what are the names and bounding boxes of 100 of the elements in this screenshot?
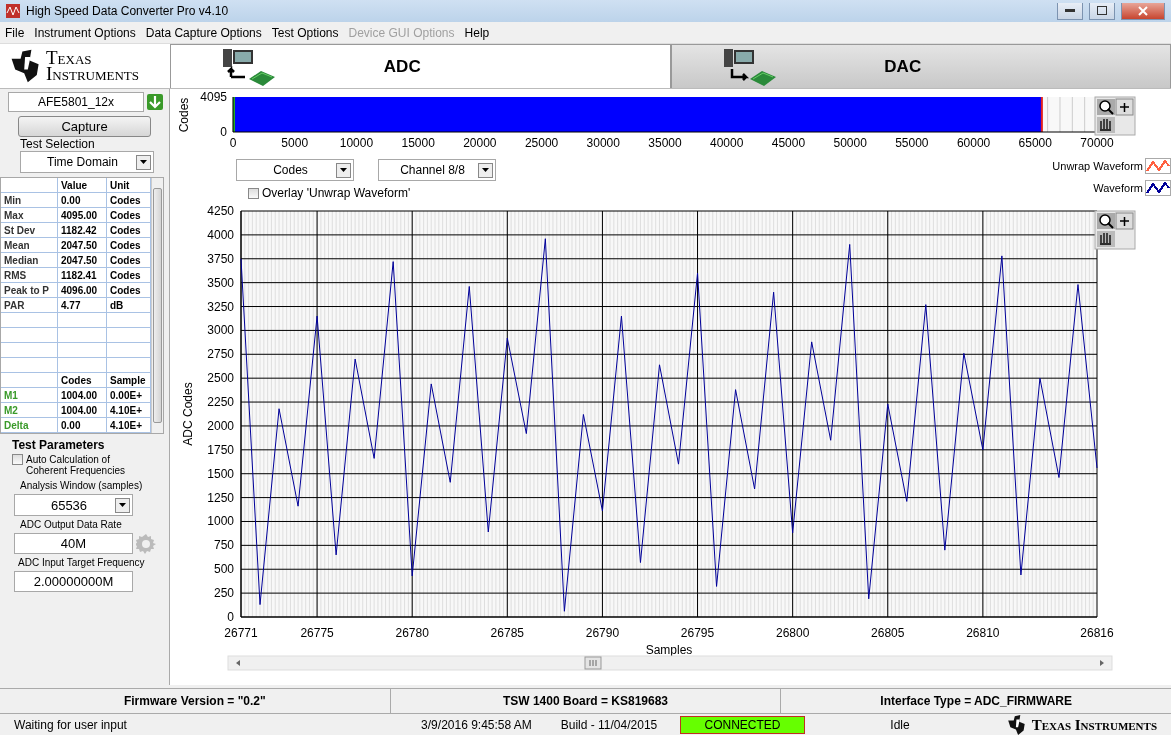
row-label: Peak to P xyxy=(1,283,58,298)
table-cell xyxy=(107,313,151,328)
table-cell: 2047.50 xyxy=(58,253,107,268)
tick-label: 35000 xyxy=(648,136,682,150)
field-label: ADC Input Target Frequency xyxy=(18,557,146,568)
logo-text: Texas Instruments xyxy=(1031,716,1157,734)
menu-item[interactable]: Help xyxy=(459,25,495,40)
tick-label: 2000 xyxy=(207,418,234,433)
table-cell xyxy=(107,343,151,358)
table-cell: 0.00E+ xyxy=(107,388,151,403)
checkbox[interactable] xyxy=(248,187,259,199)
ti-state-logo-icon xyxy=(1005,714,1028,735)
unit-dropdown[interactable]: Codes xyxy=(236,159,354,181)
menu-item[interactable]: Instrument Options xyxy=(29,25,141,40)
tick-label: 26800 xyxy=(775,626,810,640)
row-label: Delta xyxy=(1,418,58,433)
tick-label: 2500 xyxy=(207,371,234,386)
download-arrow-icon[interactable] xyxy=(147,94,163,110)
table-cell: Codes xyxy=(107,268,151,283)
tick-label: 2250 xyxy=(207,395,234,410)
table-cell: 1182.42 xyxy=(58,223,107,238)
tick-label: 3250 xyxy=(207,299,234,314)
table-cell xyxy=(107,328,151,343)
row-label: St Dev xyxy=(1,223,58,238)
table-cell xyxy=(1,343,58,358)
device-field[interactable]: AFE5801_12x xyxy=(8,92,144,112)
table-cell xyxy=(1,328,58,343)
close-button[interactable] xyxy=(1121,2,1165,20)
axis-label: Codes xyxy=(177,97,191,133)
column-header: Unit xyxy=(107,178,151,193)
table-cell: 0.00 xyxy=(58,193,107,208)
tick-label: 3750 xyxy=(207,251,234,266)
tick-label: 4095 xyxy=(200,90,227,104)
menu-item[interactable]: File xyxy=(0,25,30,40)
connection-status: CONNECTED xyxy=(680,716,805,734)
checkbox-label: Overlay 'Unwrap Waveform' xyxy=(262,186,411,200)
tick-label: 1500 xyxy=(207,466,234,481)
vertical-scrollbar[interactable] xyxy=(151,178,163,433)
table-cell: Codes xyxy=(107,223,151,238)
channel-dropdown[interactable]: Channel 8/8 xyxy=(378,159,496,181)
test-selection-dropdown[interactable]: Time Domain xyxy=(20,151,154,173)
row-label: PAR xyxy=(1,298,58,313)
tick-label: 25000 xyxy=(524,136,559,150)
tick-label: 26780 xyxy=(395,626,429,640)
tick-label: 26805 xyxy=(871,626,905,640)
input-frequency-field[interactable]: 2.00000000M xyxy=(14,571,133,592)
tick-label: 26810 xyxy=(966,626,1000,640)
axis-label: Samples xyxy=(645,643,693,657)
capture-button[interactable]: Capture xyxy=(18,116,151,137)
tick-label: 26775 xyxy=(300,626,334,640)
row-label: Max xyxy=(1,208,58,223)
zoom-tools-icon[interactable] xyxy=(1094,210,1136,250)
table-cell: 2047.50 xyxy=(58,238,107,253)
row-label: Min xyxy=(1,193,58,208)
tick-label: 250 xyxy=(213,586,234,601)
tick-label: 26790 xyxy=(585,626,620,640)
status-text: Firmware Version = "0.2" xyxy=(0,689,391,713)
field-label: Analysis Window (samples) xyxy=(20,480,144,491)
tick-label: 750 xyxy=(213,538,234,553)
horizontal-scrollbar[interactable] xyxy=(227,655,1113,671)
table-cell: 1182.41 xyxy=(58,268,107,283)
table-cell: Codes xyxy=(107,238,151,253)
table-cell: 1004.00 xyxy=(58,403,107,418)
checkbox[interactable] xyxy=(12,454,23,465)
tick-label: 3500 xyxy=(207,275,234,290)
minimize-button[interactable] xyxy=(1057,2,1083,20)
tick-label: 65000 xyxy=(1018,136,1052,150)
minimize-icon[interactable] xyxy=(1065,8,1075,13)
maximize-button[interactable] xyxy=(1089,2,1115,20)
status-datetime: 3/9/2016 9:45:58 AM xyxy=(420,718,533,732)
menu-item[interactable]: Test Options xyxy=(266,25,344,40)
table-cell: 4.77 xyxy=(58,298,107,313)
table-cell: 4096.00 xyxy=(58,283,107,298)
table-cell: Codes xyxy=(107,253,151,268)
zoom-tools-icon[interactable] xyxy=(1094,96,1136,136)
status-build: Build - 11/04/2015 xyxy=(559,718,659,732)
tab[interactable]: DAC xyxy=(670,44,1171,88)
axis-label: ADC Codes xyxy=(181,382,195,446)
tick-label: 70000 xyxy=(1080,136,1114,150)
tick-label: 55000 xyxy=(895,136,929,150)
row-label: M2 xyxy=(1,403,58,418)
window-title: High Speed Data Converter Pro v4.10 xyxy=(26,4,229,18)
tick-label: 50000 xyxy=(833,136,867,150)
tab[interactable]: ADC xyxy=(170,44,671,88)
logo-text: Texas Instruments xyxy=(46,50,140,82)
status-message: Waiting for user input xyxy=(13,718,128,732)
row-label: Median xyxy=(1,253,58,268)
output-rate-field[interactable]: 40M xyxy=(14,533,133,554)
analysis-window-dropdown[interactable]: 65536 xyxy=(14,494,133,516)
table-cell xyxy=(58,328,107,343)
tick-label: 26785 xyxy=(490,626,524,640)
menu-item[interactable]: Data Capture Options xyxy=(140,25,267,40)
field-label: ADC Output Data Rate xyxy=(20,519,123,530)
close-icon[interactable] xyxy=(1138,5,1148,16)
tick-label: 2750 xyxy=(207,347,234,362)
tick-label: 20000 xyxy=(463,136,497,150)
tick-label: 3000 xyxy=(207,323,234,338)
tick-label: 4000 xyxy=(207,227,234,242)
table-cell: Codes xyxy=(107,193,151,208)
maximize-icon[interactable] xyxy=(1097,6,1107,15)
